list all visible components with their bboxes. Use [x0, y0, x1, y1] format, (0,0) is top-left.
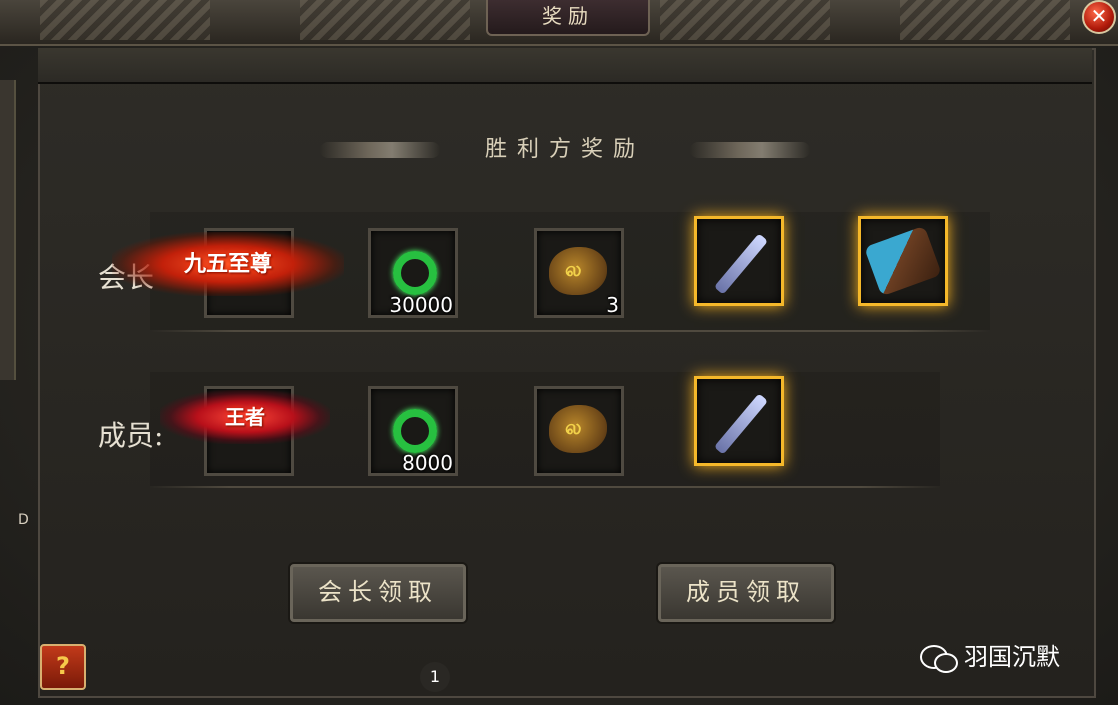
leader-rune-slot[interactable]: ல 3 — [534, 228, 624, 318]
row-divider — [150, 486, 940, 488]
reward-window: 奖励 ✕ D 胜利方奖励 会长 九五至尊 30000 ல 3 成员: 王者 80… — [0, 0, 1118, 705]
watermark-text: 羽国沉默 — [964, 643, 1060, 671]
side-letter: D — [18, 512, 29, 528]
scroll-icon — [864, 225, 942, 297]
header-ornament-right — [690, 142, 810, 158]
title-bar: 奖励 ✕ — [0, 0, 1118, 46]
section-header: 胜利方奖励 — [320, 130, 810, 170]
jade-ring-icon — [393, 251, 437, 295]
header-ornament-left — [320, 142, 440, 158]
jade-ring-icon — [393, 409, 437, 453]
title-ornament-mid-right — [660, 0, 830, 40]
watermark: 羽国沉默 — [920, 640, 1060, 674]
row-divider — [150, 330, 990, 332]
member-title-badge: 王者 — [160, 390, 330, 444]
close-button[interactable]: ✕ — [1082, 0, 1116, 34]
left-edge-tab — [0, 80, 16, 380]
rune-stone-icon: ல — [549, 247, 607, 295]
leader-claim-button[interactable]: 会长领取 — [290, 564, 466, 622]
page-number: 1 — [420, 662, 450, 692]
member-weapon-slot[interactable] — [694, 376, 784, 466]
close-icon: ✕ — [1090, 4, 1108, 28]
title-ornament-mid-left — [300, 0, 470, 40]
member-jade-slot[interactable]: 8000 — [368, 386, 458, 476]
member-claim-button[interactable]: 成员领取 — [658, 564, 834, 622]
rune-stone-icon: ல — [549, 405, 607, 453]
weapon-icon — [713, 393, 769, 455]
leader-rune-qty: 3 — [606, 293, 619, 317]
panel-header-strip — [38, 48, 1092, 84]
window-title: 奖励 — [486, 0, 650, 36]
leader-weapon-slot[interactable] — [694, 216, 784, 306]
section-title: 胜利方奖励 — [484, 137, 645, 162]
title-ornament-left — [40, 0, 210, 40]
wechat-icon — [920, 643, 958, 673]
member-rune-slot[interactable]: ல — [534, 386, 624, 476]
leader-title-badge: 九五至尊 — [112, 232, 344, 296]
leader-jade-qty: 30000 — [389, 293, 453, 317]
member-jade-qty: 8000 — [402, 451, 453, 475]
member-label: 成员: — [98, 419, 164, 452]
weapon-icon — [713, 233, 769, 295]
leader-scroll-slot[interactable] — [858, 216, 948, 306]
help-button[interactable]: ? — [40, 644, 86, 690]
title-ornament-right — [900, 0, 1070, 40]
leader-jade-slot[interactable]: 30000 — [368, 228, 458, 318]
